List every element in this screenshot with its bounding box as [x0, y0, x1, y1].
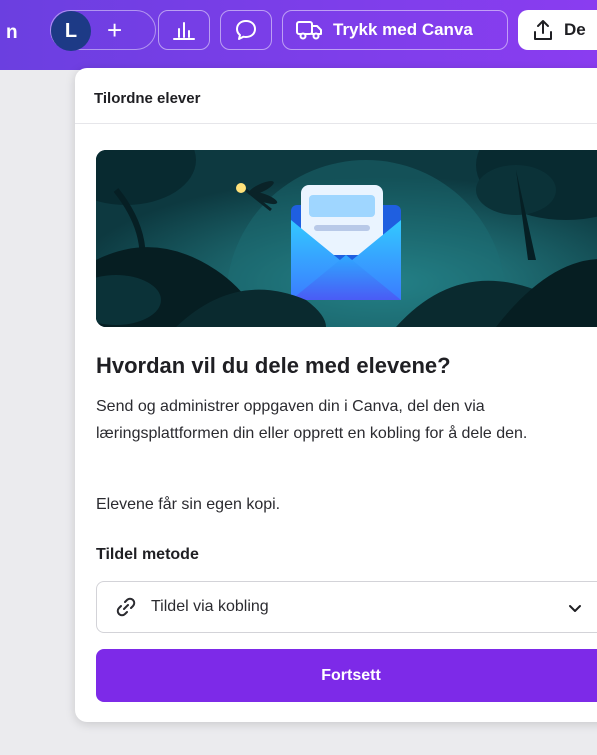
dialog-heading: Hvordan vil du dele med elevene?	[96, 353, 451, 378]
continue-button[interactable]: Fortsett	[96, 649, 597, 702]
analytics-icon	[173, 22, 195, 40]
dialog-description: Send og administrer oppgaven din i Canva…	[96, 398, 528, 442]
collaborators-group[interactable]: L +	[50, 10, 156, 51]
comment-icon	[236, 20, 256, 40]
method-select-value: Tildel via kobling	[151, 598, 269, 615]
copy-note: Elevene får sin egen kopi.	[96, 496, 281, 513]
assign-students-dialog: Tilordne elever Hvordan vil du dele med …	[75, 68, 597, 722]
truck-icon	[296, 21, 322, 40]
share-button[interactable]: De	[518, 10, 597, 50]
envelope-illustration	[96, 150, 597, 327]
top-toolbar: n L + Trykk med Canva De	[0, 0, 597, 70]
comment-button[interactable]	[220, 10, 272, 50]
dialog-title: Tilordne elever	[94, 90, 201, 107]
link-icon	[116, 597, 136, 617]
print-with-canva-button[interactable]: Trykk med Canva	[282, 10, 508, 50]
share-button-label: De	[564, 20, 586, 39]
method-select[interactable]: Tildel via kobling	[96, 581, 597, 633]
avatar[interactable]: L	[51, 11, 91, 51]
chevron-down-icon	[569, 605, 581, 612]
cut-off-label: n	[6, 22, 18, 43]
add-collaborator-button[interactable]: +	[107, 13, 122, 47]
share-upload-icon	[534, 20, 552, 40]
dialog-header: Tilordne elever	[75, 68, 597, 124]
analytics-button[interactable]	[158, 10, 210, 50]
print-button-label: Trykk med Canva	[333, 20, 473, 39]
method-label: Tildel metode	[96, 546, 199, 563]
